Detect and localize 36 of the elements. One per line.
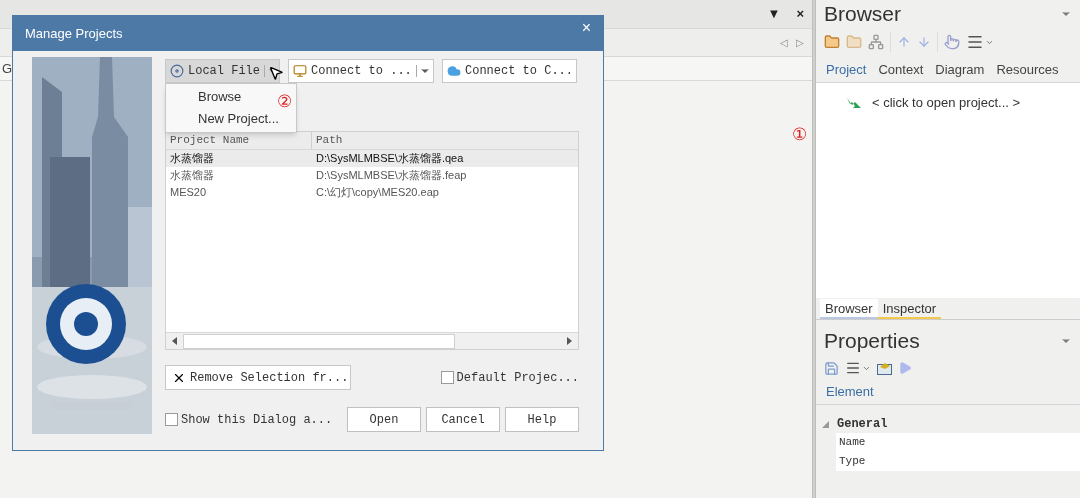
panel-tab[interactable]: Element: [826, 381, 874, 402]
dialog-button[interactable]: Open: [347, 407, 421, 432]
tab-label[interactable]: G: [2, 58, 13, 79]
panel-tab[interactable]: Context: [878, 59, 924, 80]
close-button[interactable]: ×: [581, 19, 591, 36]
property-name: Name: [839, 435, 866, 451]
panel-tab[interactable]: Inspector: [877, 299, 942, 319]
panel-tab[interactable]: Diagram: [935, 59, 985, 80]
annotation-number: ②: [277, 91, 292, 113]
panel-tab[interactable]: Browser: [820, 299, 878, 319]
project-row[interactable]: 水蒸馏器 D:\SysMLMBSE\水蒸馏器.qea: [166, 150, 578, 167]
remove-selection-button[interactable]: Remove Selection fr...: [165, 365, 351, 390]
project-row[interactable]: MES20 C:\幻灯\copy\MES20.eap: [166, 184, 578, 201]
panel-tab[interactable]: Resources: [996, 59, 1059, 80]
dialog-button[interactable]: Cancel: [426, 407, 500, 432]
source-button[interactable]: Local File: [165, 59, 280, 83]
annotation-number: ①: [792, 124, 807, 146]
dialog-title: Manage Projects: [25, 24, 123, 43]
property-name: Type: [839, 454, 866, 470]
panel-title: Properties: [824, 328, 920, 355]
close-glyph[interactable]: ×: [796, 4, 804, 24]
checkbox-label: Show this Dialog a...: [181, 411, 333, 429]
group-label: General: [837, 416, 888, 433]
dropdown-glyph[interactable]: ▼: [767, 4, 781, 24]
menu-item[interactable]: Browse: [198, 87, 242, 107]
tree-item[interactable]: < click to open project... >: [872, 93, 1021, 113]
source-button[interactable]: Connect to ...: [288, 59, 434, 83]
source-button[interactable]: Connect to C...: [442, 59, 577, 83]
column-header[interactable]: Path: [312, 132, 578, 149]
panel-tab[interactable]: Project: [826, 59, 867, 80]
menu-item[interactable]: New Project...: [198, 109, 279, 129]
column-header[interactable]: Project Name: [166, 132, 312, 149]
dialog-button[interactable]: Help: [505, 407, 579, 432]
panel-title: Browser: [824, 1, 902, 28]
project-row[interactable]: 水蒸馏器 D:\SysMLMBSE\水蒸馏器.feap: [166, 167, 578, 184]
checkbox-label: Default Projec...: [456, 369, 579, 387]
